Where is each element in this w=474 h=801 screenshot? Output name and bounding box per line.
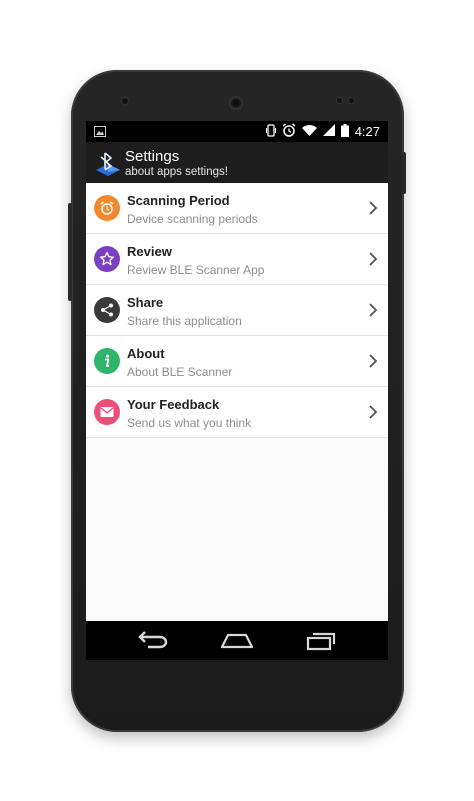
item-subtitle: Share this application: [127, 314, 242, 328]
item-subtitle: Review BLE Scanner App: [127, 263, 265, 277]
status-bar: 4:27: [86, 121, 388, 142]
alarm-icon: [94, 195, 120, 221]
recents-icon[interactable]: [304, 629, 338, 651]
mail-icon: [94, 399, 120, 425]
light-sensor: [349, 98, 354, 103]
share-icon: [94, 297, 120, 323]
app-bar: Settings about apps settings!: [86, 142, 388, 183]
settings-item-about[interactable]: About About BLE Scanner: [86, 336, 388, 387]
signal-icon: [322, 124, 335, 139]
item-label: Review: [127, 244, 172, 259]
clock-time: 4:27: [354, 124, 380, 139]
phone-power-button: [68, 203, 72, 301]
item-label: Share: [127, 295, 164, 310]
chevron-right-icon: [368, 201, 378, 215]
settings-item-review[interactable]: Review Review BLE Scanner App: [86, 234, 388, 285]
settings-item-scanning-period[interactable]: Scanning Period Device scanning periods: [86, 183, 388, 234]
info-icon: [94, 348, 120, 374]
page-subtitle: about apps settings!: [125, 166, 228, 178]
back-icon[interactable]: [136, 629, 170, 651]
vibrate-icon: [265, 123, 276, 140]
wifi-icon: [301, 124, 317, 139]
home-icon[interactable]: [220, 629, 254, 651]
settings-item-share[interactable]: Share Share this application: [86, 285, 388, 336]
settings-list: Scanning Period Device scanning periods …: [86, 183, 388, 438]
item-label: About: [127, 346, 165, 361]
item-label: Your Feedback: [127, 397, 220, 412]
chevron-right-icon: [368, 252, 378, 266]
chevron-right-icon: [368, 405, 378, 419]
phone-volume-button: [402, 152, 406, 194]
front-camera: [122, 98, 128, 104]
item-label: Scanning Period: [127, 193, 230, 208]
alarm-status-icon: [282, 123, 296, 140]
settings-item-feedback[interactable]: Your Feedback Send us what you think: [86, 387, 388, 438]
navigation-bar: [86, 621, 388, 660]
battery-icon: [340, 123, 349, 140]
earpiece-speaker: [229, 96, 243, 110]
item-subtitle: Device scanning periods: [127, 212, 258, 226]
page-title: Settings: [125, 148, 180, 165]
item-subtitle: About BLE Scanner: [127, 365, 233, 379]
app-logo-icon[interactable]: [96, 150, 120, 176]
item-subtitle: Send us what you think: [127, 416, 252, 430]
proximity-sensor: [337, 98, 342, 103]
chevron-right-icon: [368, 354, 378, 368]
screen: 4:27 Settings about apps settings! Scann…: [86, 121, 388, 660]
chevron-right-icon: [368, 303, 378, 317]
star-icon: [94, 246, 120, 272]
gallery-notification-icon: [94, 125, 106, 140]
